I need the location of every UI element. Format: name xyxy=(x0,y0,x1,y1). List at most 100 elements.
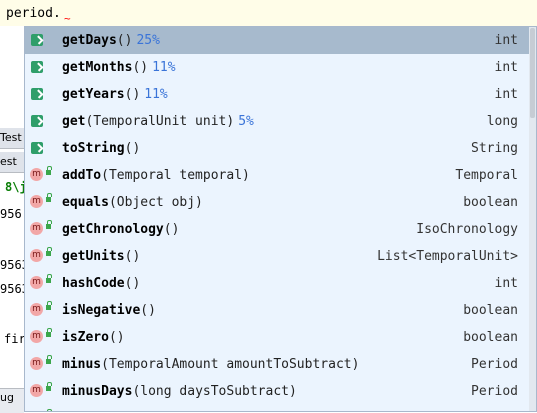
return-type: IsoChronology xyxy=(416,222,518,237)
completion-item[interactable]: m xyxy=(25,405,536,411)
method-name: toString xyxy=(62,141,125,156)
completion-item-icons: m xyxy=(29,270,57,297)
background-tab-test[interactable]: Test xyxy=(0,128,26,149)
completion-item-signature: equals(Object obj) xyxy=(62,189,203,216)
return-type: int xyxy=(494,87,518,102)
background-tab-label: Test xyxy=(0,131,22,144)
return-type: List<TemporalUnit> xyxy=(377,249,518,264)
completion-item-icons: m xyxy=(29,243,57,270)
completion-scrollbar[interactable] xyxy=(529,27,536,411)
return-type: boolean xyxy=(463,330,518,345)
public-access-icon xyxy=(46,355,52,364)
completion-item-icons: m xyxy=(29,297,57,324)
return-type: int xyxy=(494,60,518,75)
usage-percent-hint: 25% xyxy=(136,33,160,48)
completion-item-signature: hashCode() xyxy=(62,270,140,297)
method-icon: m xyxy=(30,276,43,289)
method-name: minus xyxy=(62,357,102,372)
method-params: () xyxy=(163,222,180,237)
completion-item[interactable]: get(TemporalUnit unit) 5% long xyxy=(25,108,536,135)
static-method-icon xyxy=(31,34,43,46)
completion-item[interactable]: toString() String xyxy=(25,135,536,162)
completion-item-signature: getMonths() 11% xyxy=(62,54,176,81)
static-method-icon xyxy=(31,115,43,127)
background-tab-est[interactable]: est xyxy=(0,152,26,173)
completion-item-icons: m xyxy=(29,324,57,351)
method-icon: m xyxy=(30,330,43,343)
completion-item[interactable]: m minus(TemporalAmount amountToSubtract) P… xyxy=(25,351,536,378)
completion-item[interactable]: m minusDays(long daysToSubtract) Period xyxy=(25,378,536,405)
completion-item[interactable]: m addTo(Temporal temporal) Temporal xyxy=(25,162,536,189)
method-icon: m xyxy=(30,249,43,262)
completion-scrollbar-thumb[interactable] xyxy=(530,28,535,118)
method-params: () xyxy=(124,87,141,102)
public-access-icon xyxy=(46,193,52,202)
return-type: String xyxy=(471,141,518,156)
return-type: long xyxy=(486,114,518,129)
usage-percent-hint: 11% xyxy=(152,60,176,75)
completion-item-signature: minus(TemporalAmount amountToSubtract) xyxy=(62,351,359,378)
background-bottom-tab[interactable]: ug xyxy=(0,388,24,413)
method-params: () xyxy=(124,276,141,291)
completion-item-signature: getUnits() xyxy=(62,243,140,270)
usage-percent-hint: 5% xyxy=(238,114,254,129)
method-name: equals xyxy=(62,195,109,210)
return-type: Period xyxy=(471,357,518,372)
code-completion-popup[interactable]: getDays() 25% int getMonths() 11% int getYears… xyxy=(24,26,537,412)
completion-item[interactable]: m equals(Object obj) boolean xyxy=(25,189,536,216)
usage-percent-hint: 11% xyxy=(144,87,168,102)
method-name: minusDays xyxy=(62,384,133,399)
completion-item[interactable]: getYears() 11% int xyxy=(25,81,536,108)
method-params: () xyxy=(132,60,149,75)
completion-item-icons: m xyxy=(29,216,57,243)
completion-item[interactable]: m getUnits() List<TemporalUnit> xyxy=(25,243,536,270)
method-name: getDays xyxy=(62,33,117,48)
method-params: () xyxy=(140,303,156,318)
method-name: isZero xyxy=(62,330,109,345)
method-icon: m xyxy=(30,222,43,235)
method-params: (long daysToSubtract) xyxy=(132,384,297,399)
method-name: hashCode xyxy=(62,276,125,291)
method-icon: m xyxy=(30,303,43,316)
public-access-icon xyxy=(46,247,52,256)
completion-item-icons xyxy=(29,108,57,135)
static-method-icon xyxy=(31,61,43,73)
completion-item[interactable]: m hashCode() int xyxy=(25,270,536,297)
error-squiggle: ~ xyxy=(64,12,71,25)
completion-item[interactable]: m getChronology() IsoChronology xyxy=(25,216,536,243)
background-code-fragment: 956 xyxy=(0,207,22,221)
editor-current-line[interactable]: period. ~ xyxy=(0,0,537,26)
method-params: (Temporal temporal) xyxy=(101,168,250,183)
return-type: boolean xyxy=(463,195,518,210)
return-type: int xyxy=(494,276,518,291)
method-icon: m xyxy=(30,168,43,181)
background-tab-label: est xyxy=(0,155,17,168)
completion-item-icons xyxy=(29,54,57,81)
return-type: Temporal xyxy=(455,168,518,183)
editor-code-text[interactable]: period. xyxy=(6,6,61,21)
completion-item[interactable]: m isNegative() boolean xyxy=(25,297,536,324)
completion-item[interactable]: getDays() 25% int xyxy=(25,27,536,54)
completion-item-signature: toString() xyxy=(62,135,140,162)
return-type: boolean xyxy=(463,303,518,318)
completion-item-icons xyxy=(29,27,57,54)
public-access-icon xyxy=(46,274,52,283)
method-params: () xyxy=(116,33,133,48)
public-access-icon xyxy=(46,166,52,175)
completion-item-icons: m xyxy=(29,162,57,189)
method-params: (TemporalUnit unit) xyxy=(85,114,235,129)
method-name: get xyxy=(62,114,86,129)
public-access-icon xyxy=(46,328,52,337)
return-type: Period xyxy=(471,384,518,399)
static-method-icon xyxy=(31,142,43,154)
static-method-icon xyxy=(31,88,43,100)
method-name: getUnits xyxy=(62,249,125,264)
completion-item[interactable]: getMonths() 11% int xyxy=(25,54,536,81)
completion-item-icons: m xyxy=(29,351,57,378)
method-params: () xyxy=(124,141,141,156)
background-tab-label: ug xyxy=(0,391,14,404)
method-params: (Object obj) xyxy=(108,195,203,210)
method-params: () xyxy=(108,330,125,345)
method-name: addTo xyxy=(62,168,102,183)
completion-item[interactable]: m isZero() boolean xyxy=(25,324,536,351)
